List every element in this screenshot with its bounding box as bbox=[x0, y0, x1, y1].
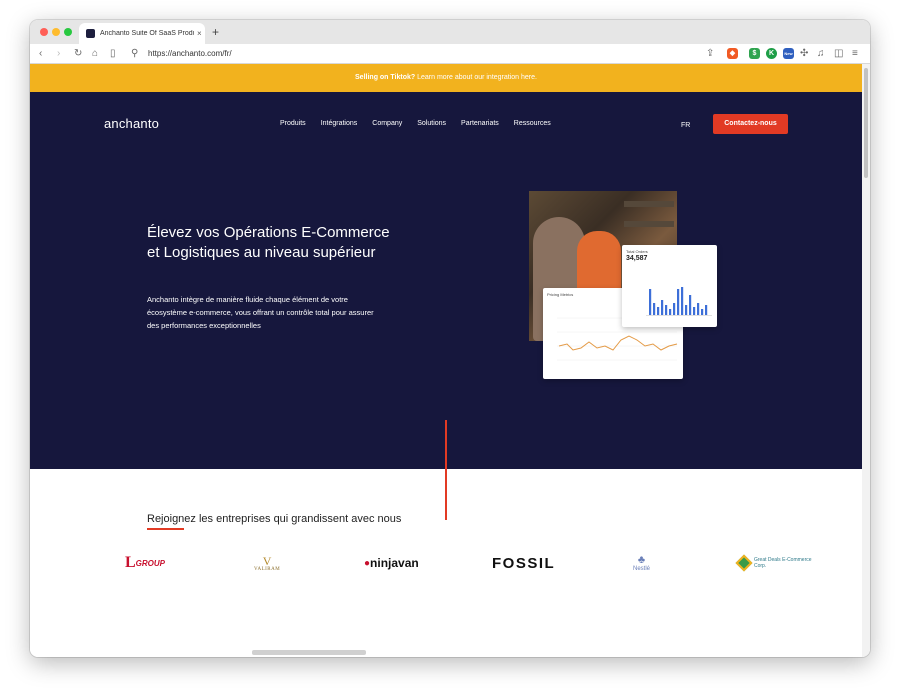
vertical-scrollbar-thumb[interactable] bbox=[864, 68, 868, 178]
minimize-window-button[interactable] bbox=[52, 28, 60, 36]
client-logo-great-deals: Great Deals E-Commerce Corp. bbox=[735, 550, 816, 576]
browser-window: Anchanto Suite Of SaaS Produ × + ‹ › ↻ ⌂… bbox=[30, 20, 870, 657]
promo-banner[interactable]: Selling on Tiktok? Learn more about our … bbox=[30, 64, 862, 92]
hero-section: anchanto Produits Intégrations Company S… bbox=[30, 92, 862, 469]
nav-solutions[interactable]: Solutions bbox=[417, 120, 446, 127]
new-tab-button[interactable]: + bbox=[212, 24, 219, 40]
hero-subtitle: Anchanto intègre de manière fluide chaqu… bbox=[147, 295, 374, 330]
contact-button[interactable]: Contactez-nous bbox=[713, 114, 788, 134]
tab-close-icon[interactable]: × bbox=[197, 29, 202, 38]
ninjavan-logo-text: ninjavan bbox=[370, 556, 419, 570]
anchanto-logo[interactable]: anchanto bbox=[104, 116, 159, 131]
language-selector[interactable]: FR bbox=[681, 122, 690, 129]
nav-produits[interactable]: Produits bbox=[280, 120, 306, 127]
nav-ressources[interactable]: Ressources bbox=[514, 120, 551, 127]
orders-bar-chart bbox=[646, 287, 712, 316]
tab-anchanto[interactable]: Anchanto Suite Of SaaS Produ × bbox=[79, 23, 205, 44]
share-icon[interactable]: ⇪ bbox=[706, 47, 714, 61]
nav-integrations[interactable]: Intégrations bbox=[321, 120, 358, 127]
banner-bold-text: Selling on Tiktok? bbox=[355, 74, 416, 81]
close-window-button[interactable] bbox=[40, 28, 48, 36]
nav-partenariats[interactable]: Partenariats bbox=[461, 120, 499, 127]
great-deals-mark-icon bbox=[735, 554, 753, 572]
bookmark-icon[interactable]: ▯ bbox=[110, 47, 116, 61]
clients-title: Rejoignez les entreprises qui grandissen… bbox=[147, 513, 402, 525]
fossil-logo-text: FOSSIL bbox=[492, 554, 556, 572]
menu-icon[interactable]: ≡ bbox=[852, 47, 858, 61]
forward-icon[interactable]: › bbox=[57, 47, 60, 61]
brave-shield-icon[interactable]: ◆ bbox=[727, 48, 738, 59]
client-logo-nestle: ♣ Nestlé bbox=[633, 550, 650, 576]
extension-new-icon[interactable]: New bbox=[783, 48, 794, 59]
client-logo-ninjavan: ● ninjavan bbox=[364, 550, 419, 576]
group-logo-text: GROUP bbox=[135, 558, 166, 568]
page-viewport: Selling on Tiktok? Learn more about our … bbox=[30, 64, 870, 657]
tab-strip: Anchanto Suite Of SaaS Produ × + bbox=[30, 20, 870, 44]
tab-title: Anchanto Suite Of SaaS Produ bbox=[100, 30, 194, 37]
valiram-logo-text: VALIRAM bbox=[254, 566, 281, 572]
back-icon[interactable]: ‹ bbox=[39, 47, 42, 61]
great-deals-logo-text: Great Deals E-Commerce Corp. bbox=[754, 557, 812, 569]
group-mark-icon: L bbox=[125, 554, 136, 571]
nestle-nest-icon: ♣ bbox=[637, 553, 646, 566]
nestle-logo-text: Nestlé bbox=[633, 565, 651, 572]
shelf-shape bbox=[624, 221, 674, 227]
browser-toolbar: ‹ › ↻ ⌂ ▯ ⚲ https://anchanto.com/fr/ ⇪ ◆… bbox=[30, 44, 870, 64]
horizontal-scrollbar[interactable] bbox=[252, 650, 366, 655]
media-icon[interactable]: ♫ bbox=[817, 47, 825, 61]
address-bar[interactable]: https://anchanto.com/fr/ bbox=[148, 48, 232, 60]
client-logo-fossil: FOSSIL bbox=[492, 550, 555, 576]
extension-k-icon[interactable]: K bbox=[766, 48, 777, 59]
extension-green-icon[interactable]: $ bbox=[749, 48, 760, 59]
total-orders-card: Total Orders 34,587 bbox=[622, 245, 717, 327]
reload-icon[interactable]: ↻ bbox=[74, 47, 82, 61]
zoom-window-button[interactable] bbox=[64, 28, 72, 36]
main-nav: Produits Intégrations Company Solutions … bbox=[280, 120, 551, 127]
client-logo-valiram: V VALIRAM bbox=[254, 550, 280, 576]
clients-title-underline bbox=[147, 528, 184, 530]
favicon-icon bbox=[86, 29, 95, 38]
site-settings-icon[interactable]: ⚲ bbox=[131, 47, 138, 61]
client-logo-group: L GROUP bbox=[125, 550, 165, 576]
nav-company[interactable]: Company bbox=[372, 120, 402, 127]
hero-title: Élevez vos Opérations E-Commerce et Logi… bbox=[147, 224, 390, 261]
sidebar-toggle-icon[interactable]: ◫ bbox=[834, 47, 843, 61]
shelf-shape bbox=[624, 201, 674, 207]
home-icon[interactable]: ⌂ bbox=[92, 47, 98, 61]
banner-text: Learn more about our integration here. bbox=[415, 74, 537, 81]
valiram-mark-icon: V bbox=[262, 553, 272, 568]
puzzle-extensions-icon[interactable]: ✣ bbox=[800, 47, 808, 61]
section-divider bbox=[445, 420, 447, 520]
